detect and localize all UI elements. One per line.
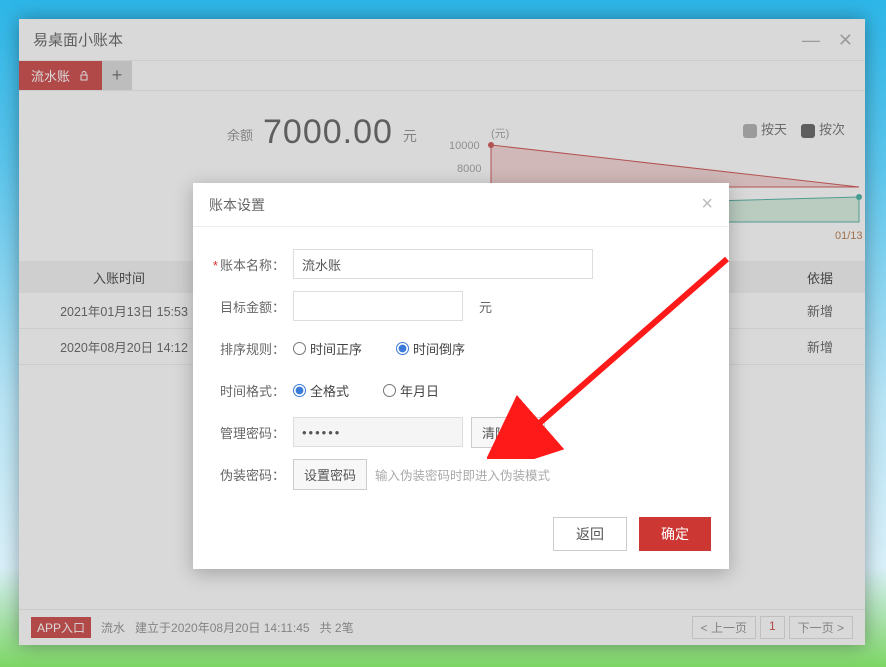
tab-ledger[interactable]: 流水账 (19, 61, 102, 90)
col-basis-header: 依据 (775, 268, 865, 287)
admin-pwd-label: 管理密码： (211, 423, 285, 442)
set-fake-password-button[interactable]: 设置密码 (293, 459, 367, 490)
sort-label: 排序规则： (211, 339, 285, 358)
target-label: 目标金额： (211, 297, 285, 316)
balance-amount: 7000.00 (263, 113, 393, 152)
cell-basis: 新增 (775, 301, 865, 320)
tab-add-button[interactable]: + (102, 61, 132, 90)
titlebar: 易桌面小账本 — ✕ (19, 19, 865, 61)
next-page-button[interactable]: 下一页 > (789, 616, 853, 639)
sort-asc-radio[interactable]: 时间正序 (293, 339, 362, 358)
balance-label: 余额 (227, 125, 253, 144)
target-amount-input[interactable] (293, 291, 463, 321)
page-number: 1 (760, 616, 785, 639)
dialog-close-button[interactable]: × (701, 193, 713, 216)
timefmt-label: 时间格式： (211, 381, 285, 400)
ledger-name-input[interactable] (293, 249, 593, 279)
back-button[interactable]: 返回 (553, 517, 627, 551)
cell-basis: 新增 (775, 337, 865, 356)
pager: < 上一页 1 下一页 > (692, 616, 853, 639)
cell-time: 2021年01月13日 15:53 (19, 301, 219, 320)
x-end-label: 01/13 (835, 230, 863, 242)
prev-page-button[interactable]: < 上一页 (692, 616, 756, 639)
col-time-header: 入账时间 (19, 268, 219, 287)
sort-desc-radio[interactable]: 时间倒序 (396, 339, 465, 358)
fake-pwd-hint: 输入伪装密码时即进入伪装模式 (375, 465, 550, 484)
timefmt-full-radio[interactable]: 全格式 (293, 381, 349, 400)
status-created: 建立于2020年08月20日 14:11:45 (135, 619, 310, 636)
statusbar: APP入口 流水 建立于2020年08月20日 14:11:45 共 2笔 < … (19, 609, 865, 645)
status-count: 共 2笔 (320, 619, 354, 636)
cell-time: 2020年08月20日 14:12 (19, 337, 219, 356)
confirm-button[interactable]: 确定 (639, 517, 711, 551)
admin-password-input[interactable] (293, 417, 463, 447)
tabstrip: 流水账 + (19, 61, 865, 91)
status-prefix: 流水 (101, 619, 125, 636)
name-label: *账本名称： (211, 255, 285, 274)
dialog-header: 账本设置 × (193, 183, 729, 227)
target-unit: 元 (479, 297, 492, 316)
clear-password-button[interactable]: 清除密码 (471, 417, 545, 448)
app-entry-button[interactable]: APP入口 (31, 617, 91, 638)
minimize-button[interactable]: — (802, 31, 820, 49)
fake-pwd-label: 伪装密码： (211, 465, 285, 484)
lock-open-icon (78, 70, 90, 82)
y-unit-label: (元) (491, 128, 509, 140)
y-tick-8000: 8000 (457, 163, 481, 175)
window-title: 易桌面小账本 (33, 29, 123, 50)
app-window: 易桌面小账本 — ✕ 流水账 + 余额 7000.00 元 按天 按次 (元) … (19, 19, 865, 645)
tab-label: 流水账 (31, 66, 70, 85)
timefmt-ymd-radio[interactable]: 年月日 (383, 381, 439, 400)
balance-unit: 元 (403, 126, 417, 146)
ledger-settings-dialog: 账本设置 × *账本名称： 目标金额： 元 排序规则： 时间正序 时间倒序 时 (193, 183, 729, 569)
close-window-button[interactable]: ✕ (838, 31, 853, 49)
y-tick-10000: 10000 (449, 140, 480, 152)
dialog-title: 账本设置 (209, 195, 265, 215)
